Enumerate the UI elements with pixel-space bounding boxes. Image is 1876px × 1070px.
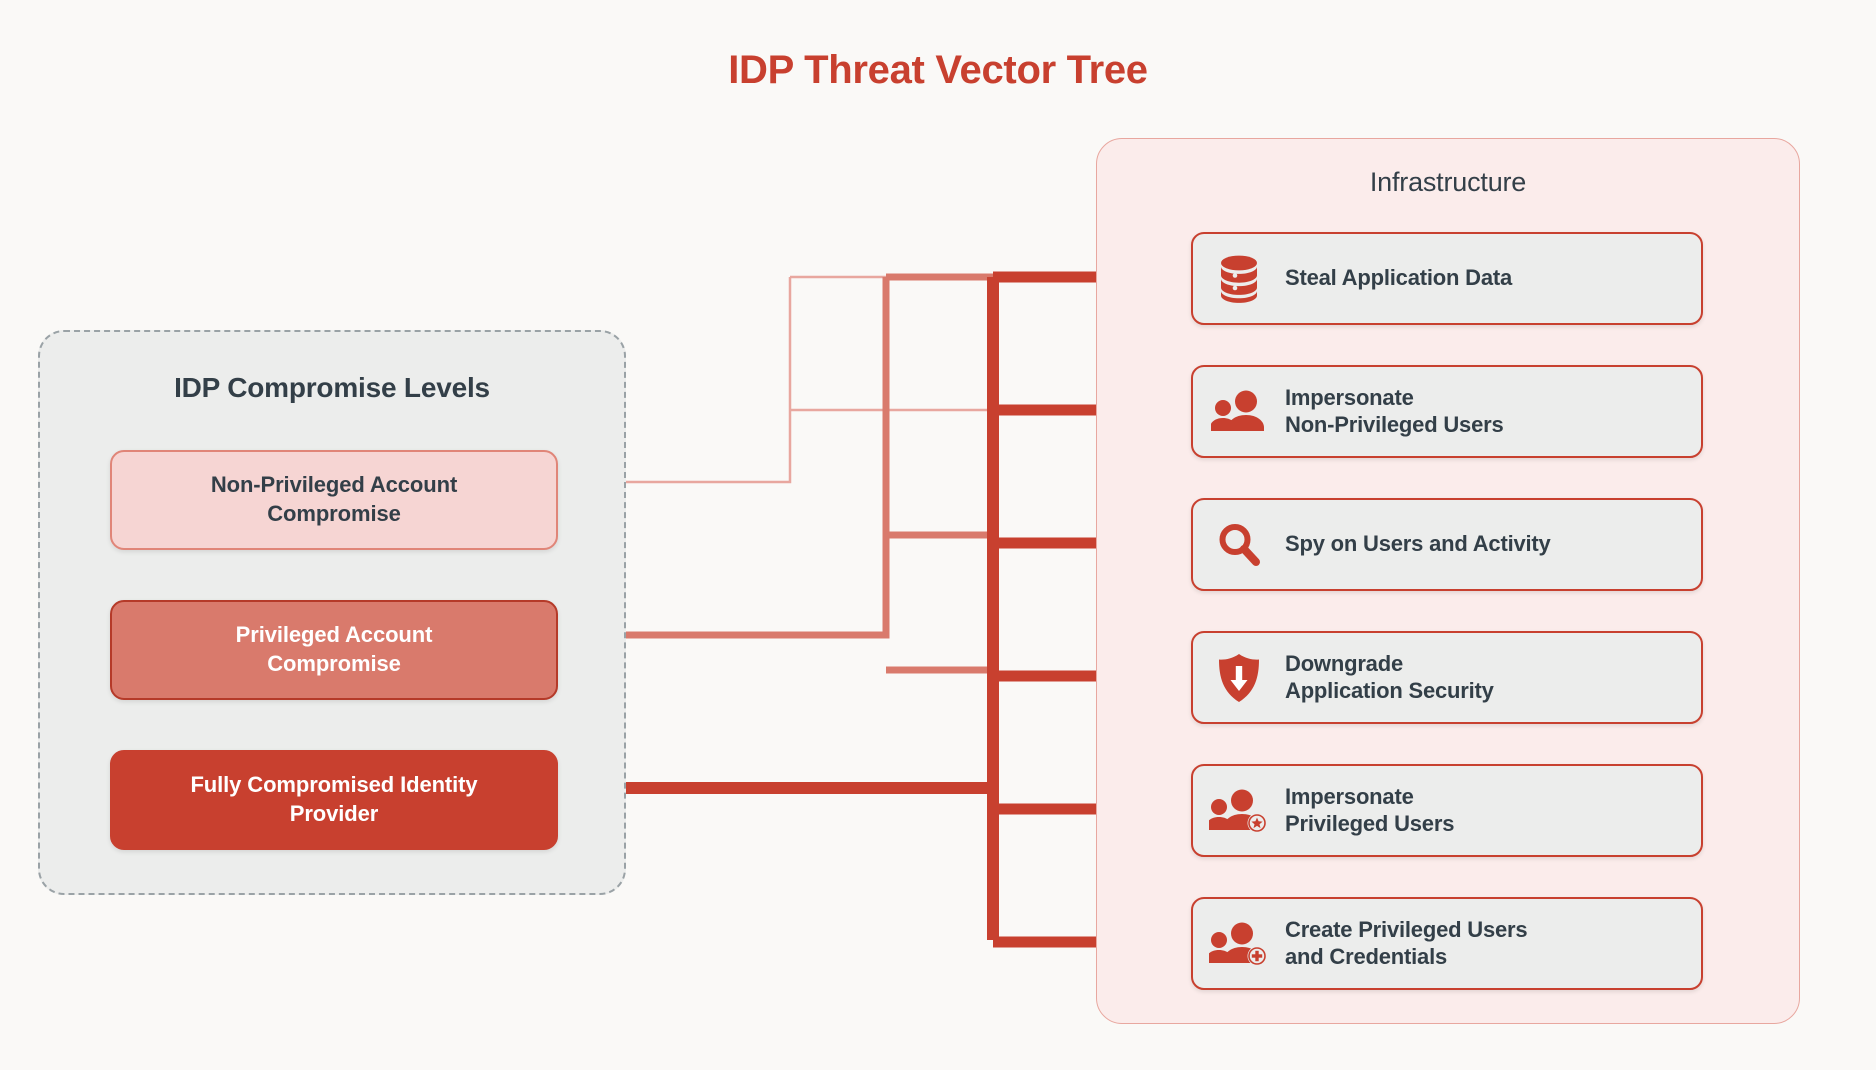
infrastructure-panel: Infrastructure Steal Application Data Im… — [1096, 138, 1800, 1024]
threat-card-impersonate-non-privileged-users[interactable]: Impersonate Non-Privileged Users — [1191, 365, 1703, 458]
threat-card-label: Steal Application Data — [1285, 265, 1513, 291]
connector-privileged — [626, 273, 993, 674]
threat-card-label: Impersonate Non-Privileged Users — [1285, 384, 1504, 437]
threat-card-spy-on-users-and-activity[interactable]: Spy on Users and Activity — [1191, 498, 1703, 591]
threat-card-downgrade-application-security[interactable]: Downgrade Application Security — [1191, 631, 1703, 724]
arrow-group — [993, 271, 1112, 948]
database-icon — [1193, 254, 1285, 304]
threat-card-create-privileged-users-and-credentials[interactable]: Create Privileged Users and Credentials — [1191, 897, 1703, 990]
level-card-label: Privileged Account Compromise — [235, 622, 433, 676]
connector-non-privileged — [626, 275, 993, 484]
threat-card-label: Spy on Users and Activity — [1285, 531, 1551, 557]
level-card-privileged-account-compromise[interactable]: Privileged Account Compromise — [110, 600, 558, 700]
threat-card-impersonate-privileged-users[interactable]: Impersonate Privileged Users — [1191, 764, 1703, 857]
level-card-label: Fully Compromised Identity Provider — [190, 772, 478, 826]
diagram-canvas: IDP Threat Vector Tree IDP Compromise Le… — [0, 0, 1876, 1070]
page-title: IDP Threat Vector Tree — [728, 48, 1148, 92]
levels-panel-title: IDP Compromise Levels — [174, 372, 490, 403]
threat-card-label: Downgrade Application Security — [1285, 650, 1494, 703]
threat-card-label: Create Privileged Users and Credentials — [1285, 916, 1528, 969]
infrastructure-panel-title: Infrastructure — [1369, 167, 1527, 197]
users-icon — [1193, 389, 1285, 435]
users-star-badge-icon — [1193, 788, 1285, 834]
magnifier-icon — [1193, 522, 1285, 568]
shield-down-arrow-icon — [1193, 653, 1285, 703]
level-card-fully-compromised-identity-provider[interactable]: Fully Compromised Identity Provider — [110, 750, 558, 850]
users-plus-badge-icon — [1193, 921, 1285, 967]
threat-card-label: Impersonate Privileged Users — [1285, 783, 1455, 836]
level-card-non-privileged-account-compromise[interactable]: Non-Privileged Account Compromise — [110, 450, 558, 550]
connector-fully-compromised — [626, 277, 999, 940]
level-card-label: Non-Privileged Account Compromise — [210, 472, 458, 526]
threat-card-steal-application-data[interactable]: Steal Application Data — [1191, 232, 1703, 325]
idp-compromise-levels-panel: IDP Compromise Levels Non-Privileged Acc… — [38, 330, 626, 895]
